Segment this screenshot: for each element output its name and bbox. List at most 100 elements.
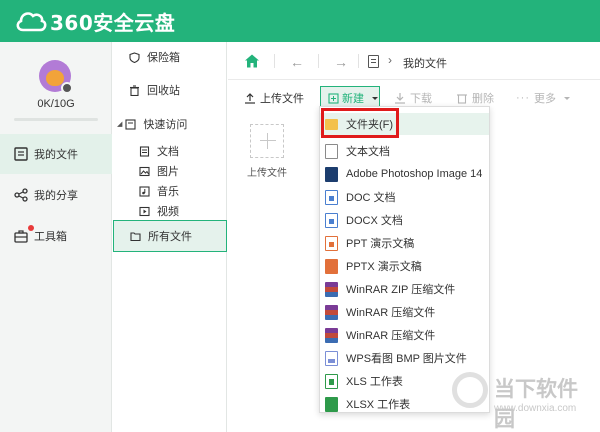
upload-button[interactable]: 上传文件: [244, 88, 304, 108]
delete-button-label: 删除: [472, 93, 494, 105]
menu-item-winrar-zip[interactable]: WinRAR ZIP 压缩文件: [320, 278, 489, 300]
forward-arrow-icon[interactable]: →: [334, 54, 348, 70]
left-sidebar: 0K/10G 我的文件 我的分享 工具箱: [0, 42, 112, 432]
sidebar-item-label: 快速访问: [143, 119, 188, 131]
collapse-triangle-icon[interactable]: ◢: [117, 120, 122, 128]
menu-item-ppt[interactable]: PPT 演示文稿: [320, 232, 489, 254]
menu-item-winrar-archive[interactable]: WinRAR 压缩文件: [320, 301, 489, 323]
new-folder-icon: [328, 92, 339, 104]
video-icon: [139, 206, 150, 216]
path-bar: ← → › 我的文件: [228, 42, 600, 80]
sidebar-item-video[interactable]: 视频: [113, 200, 227, 222]
menu-item-label: XLSX 工作表: [346, 399, 411, 411]
text-doc-icon: [325, 143, 338, 159]
document-icon: [139, 145, 150, 157]
watermark-logo-icon: [452, 372, 488, 408]
sidebar-item-music[interactable]: 音乐: [113, 180, 227, 202]
menu-item-label: Adobe Photoshop Image 14: [346, 168, 483, 180]
folder-sidebar: 保险箱 回收站 ◢ 快速访问 文档 图片 音乐 视频 所有文件: [113, 42, 227, 432]
more-button-label: 更多: [534, 93, 556, 105]
new-button-label: 新建: [342, 93, 364, 105]
sidebar-item-label: 工具箱: [34, 231, 67, 243]
watermark: 当下软件园 www.downxia.com: [452, 370, 592, 431]
ppt-icon: [325, 235, 338, 251]
toolbar-divider: [274, 54, 275, 68]
menu-item-winrar-archive-2[interactable]: WinRAR 压缩文件: [320, 324, 489, 346]
sidebar-item-toolbox[interactable]: 工具箱: [0, 216, 112, 256]
menu-item-label: PPT 演示文稿: [346, 238, 415, 250]
menu-item-docx[interactable]: DOCX 文档: [320, 209, 489, 231]
upload-icon: [245, 93, 255, 104]
more-button[interactable]: ··· 更多: [516, 88, 570, 108]
menu-item-doc[interactable]: DOC 文档: [320, 186, 489, 208]
sidebar-item-label: 我的文件: [34, 149, 78, 161]
menu-item-label: XLS 工作表: [346, 376, 403, 388]
toolbar-divider: [318, 54, 319, 68]
menu-item-photoshop[interactable]: Adobe Photoshop Image 14: [320, 163, 489, 185]
doc-icon: [325, 189, 338, 205]
bookmark-icon: [125, 118, 136, 130]
sidebar-item-label: 我的分享: [34, 190, 78, 202]
upload-tile[interactable]: [250, 124, 284, 158]
menu-item-label: DOCX 文档: [346, 215, 403, 227]
sidebar-item-all-files[interactable]: 所有文件: [113, 220, 227, 252]
sidebar-item-images[interactable]: 图片: [113, 160, 227, 182]
sidebar-item-label: 音乐: [157, 186, 179, 198]
breadcrumb[interactable]: 我的文件: [403, 55, 447, 71]
folder-path-icon: [368, 55, 379, 68]
brand-name: 360安全云盘: [50, 10, 176, 35]
sidebar-item-label: 文档: [157, 146, 179, 158]
sidebar-item-vault[interactable]: 保险箱: [113, 46, 227, 68]
menu-item-label: 文本文档: [346, 146, 390, 158]
sidebar-item-quick-access[interactable]: ◢ 快速访问: [113, 113, 227, 135]
menu-item-label: WinRAR 压缩文件: [346, 307, 436, 319]
menu-item-label: PPTX 演示文稿: [346, 261, 422, 273]
sidebar-item-label: 所有文件: [148, 231, 192, 243]
notification-dot: [28, 225, 34, 231]
menu-item-label: WPS看图 BMP 图片文件: [346, 353, 467, 365]
download-button[interactable]: 下载: [394, 88, 432, 108]
toolbar-divider: [358, 54, 359, 68]
storage-quota-bar: [14, 118, 98, 121]
folder-outline-icon: [130, 231, 141, 241]
xlsx-icon: [325, 396, 338, 412]
delete-button[interactable]: 删除: [456, 88, 494, 108]
sidebar-item-docs[interactable]: 文档: [113, 140, 227, 162]
home-icon[interactable]: [244, 53, 260, 69]
menu-item-label: WinRAR 压缩文件: [346, 330, 436, 342]
app-header: 360安全云盘: [0, 0, 600, 42]
user-badge-icon: [61, 82, 73, 94]
sidebar-item-recycle-bin[interactable]: 回收站: [113, 79, 227, 101]
xls-icon: [325, 373, 338, 389]
menu-item-text-doc[interactable]: 文本文档: [320, 140, 489, 162]
trash-icon: [130, 84, 139, 96]
music-icon: [139, 185, 150, 197]
sidebar-item-my-files[interactable]: 我的文件: [0, 134, 112, 174]
pptx-icon: [325, 258, 338, 274]
docx-icon: [325, 212, 338, 228]
menu-item-label: WinRAR ZIP 压缩文件: [346, 284, 456, 296]
more-dots-icon: ···: [516, 92, 530, 104]
download-button-label: 下载: [410, 93, 432, 105]
back-arrow-icon[interactable]: ←: [290, 54, 304, 70]
brand-logo: 360安全云盘: [14, 6, 175, 36]
menu-item-label: DOC 文档: [346, 192, 396, 204]
menu-item-pptx[interactable]: PPTX 演示文稿: [320, 255, 489, 277]
sidebar-item-label: 保险箱: [147, 52, 180, 64]
download-icon: [395, 93, 405, 104]
storage-quota: 0K/10G: [37, 98, 75, 110]
bmp-icon: [325, 350, 338, 366]
chevron-right-icon: ›: [388, 53, 392, 67]
shield-icon: [129, 51, 140, 63]
upload-tile-label: 上传文件: [247, 168, 287, 179]
menu-item-bmp[interactable]: WPS看图 BMP 图片文件: [320, 347, 489, 369]
winrar-icon: [325, 281, 338, 297]
highlight-box: [321, 108, 399, 138]
image-icon: [139, 166, 150, 176]
sidebar-item-my-share[interactable]: 我的分享: [0, 175, 112, 215]
new-dropdown-menu: 文件夹(F) 文本文档 Adobe Photoshop Image 14 DOC…: [319, 106, 490, 413]
share-icon: [14, 188, 28, 202]
winrar-icon: [325, 304, 338, 320]
upload-button-label: 上传文件: [260, 93, 304, 105]
sidebar-item-label: 图片: [157, 166, 179, 178]
